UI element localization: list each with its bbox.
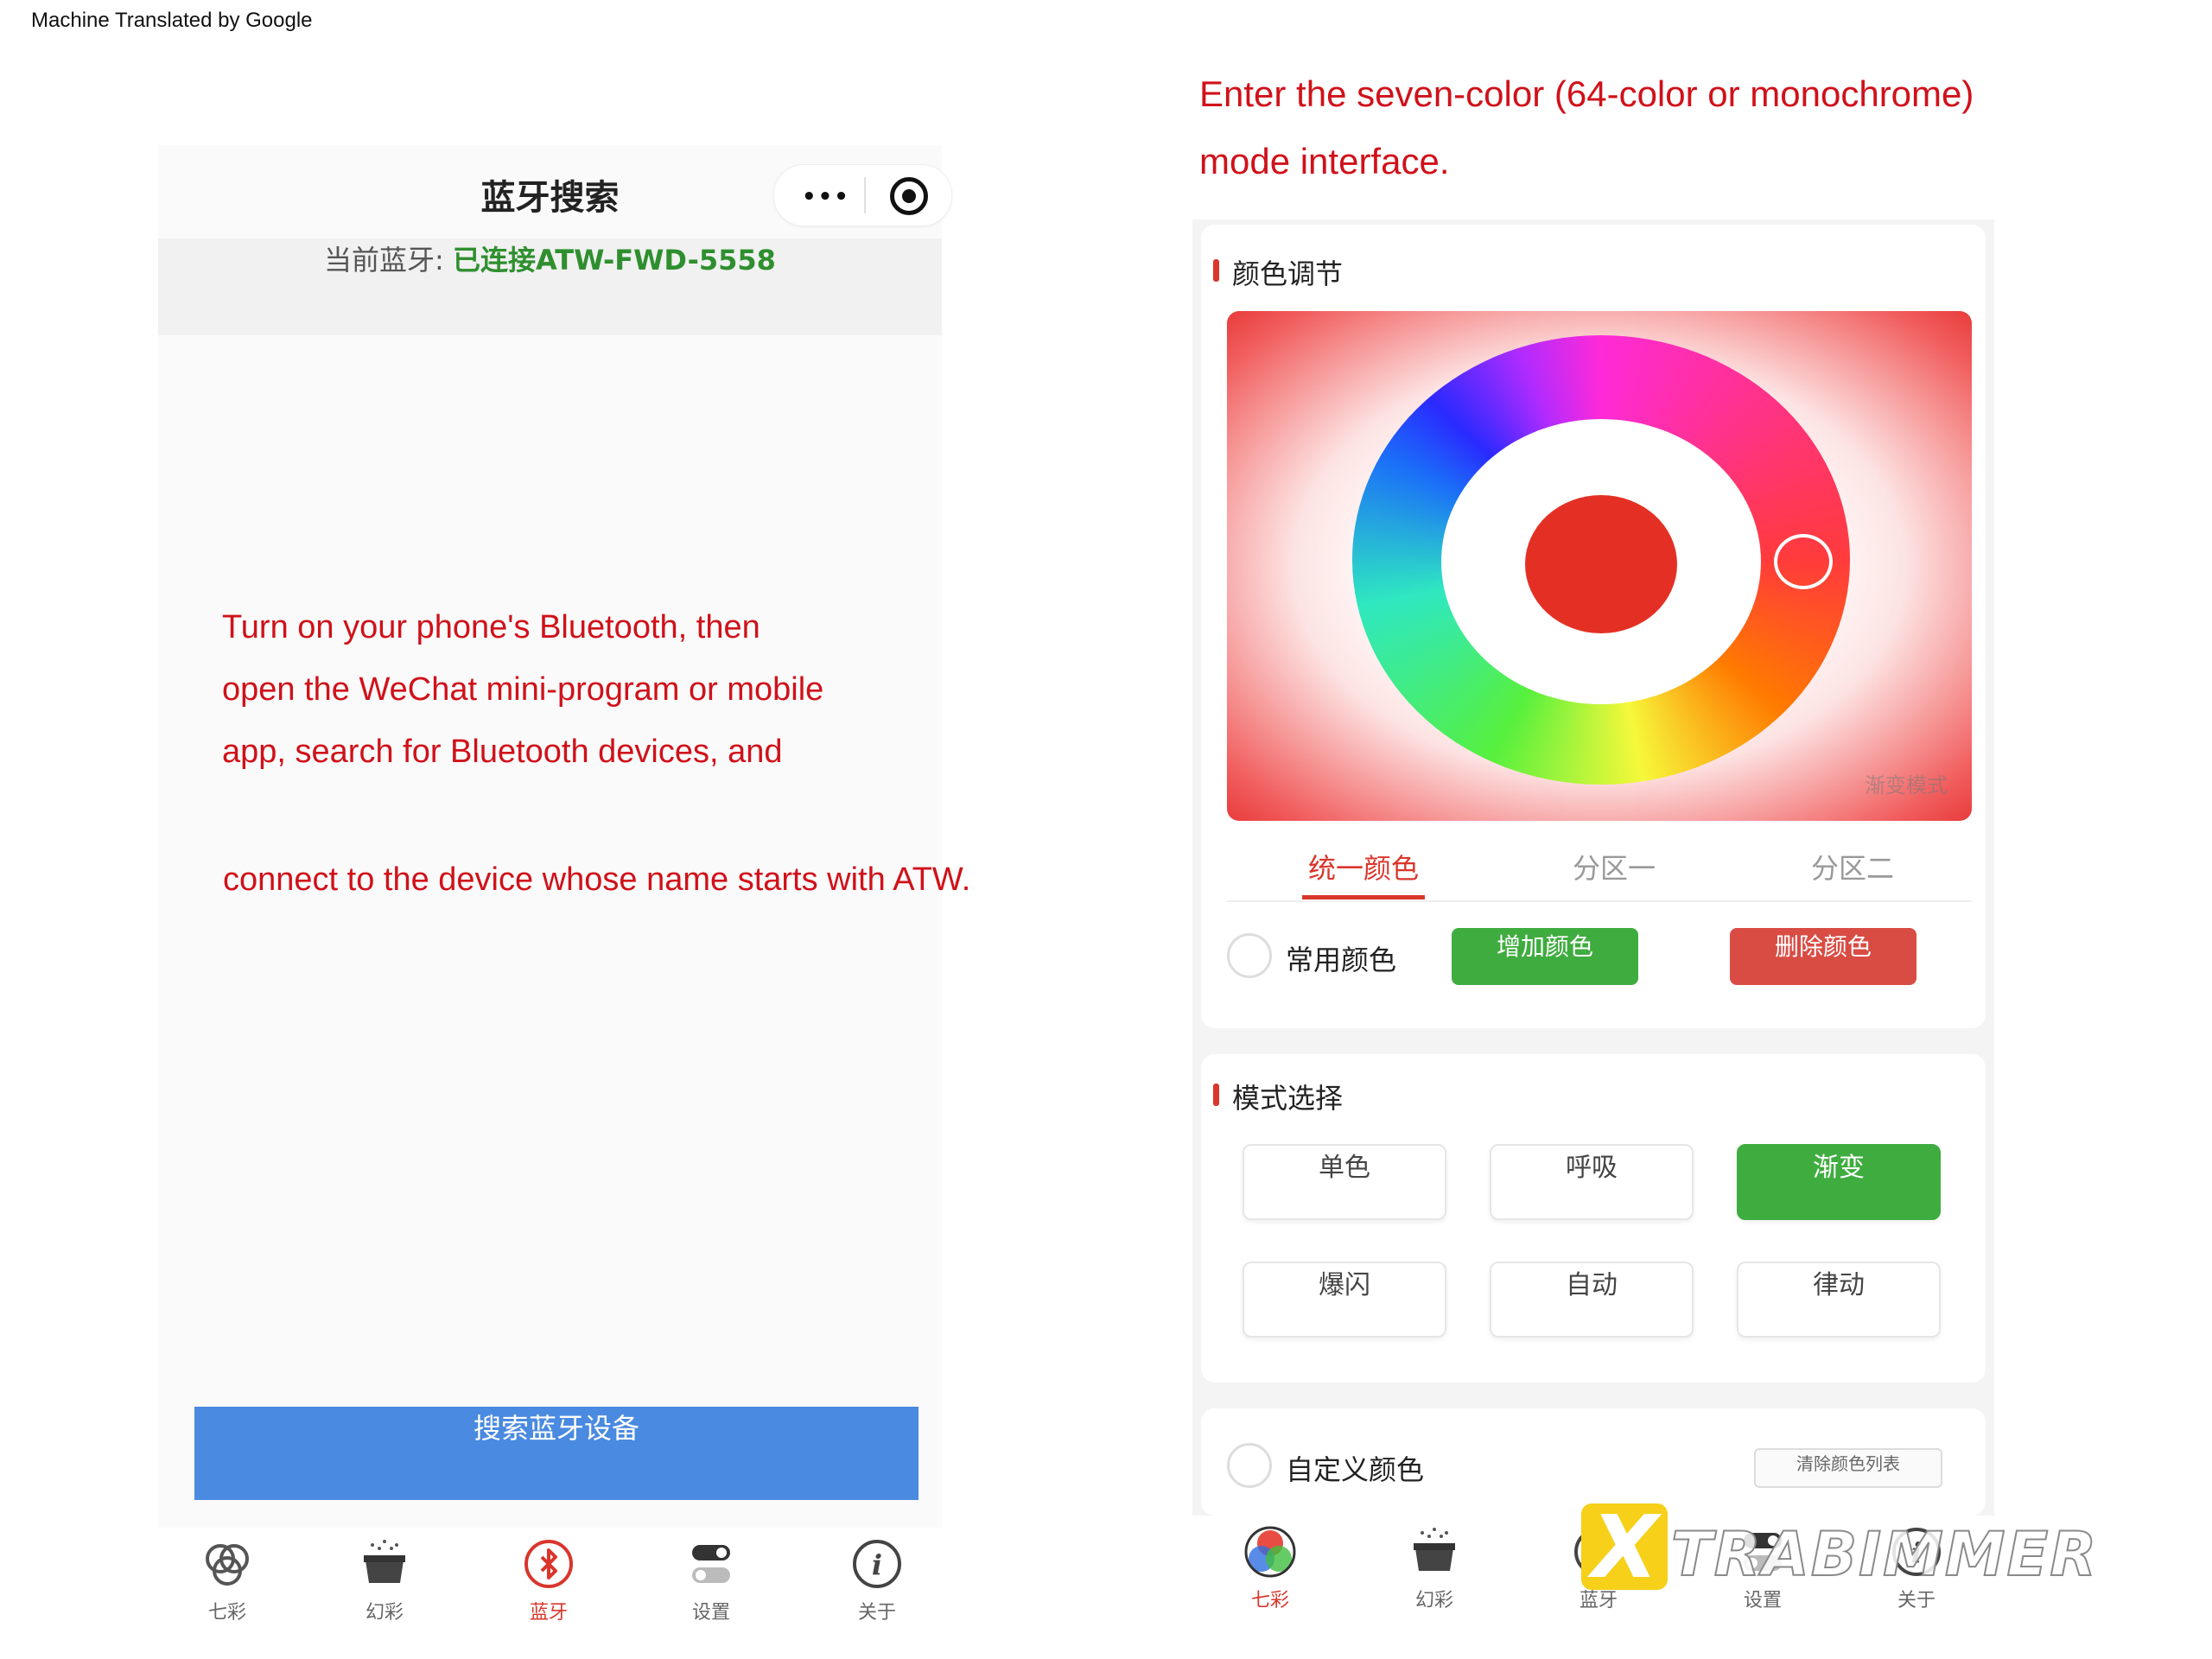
wheel-caption: 渐变模式 [1865, 773, 1948, 798]
close-target-icon[interactable] [890, 177, 928, 215]
add-color-button[interactable]: 增加颜色 [1452, 928, 1638, 985]
custom-color-radio[interactable] [1227, 1443, 1272, 1488]
search-bluetooth-button[interactable]: 搜索蓝牙设备 [194, 1407, 918, 1500]
tab-qicai[interactable]: 七彩 [1192, 1516, 1348, 1612]
tab-zone-one[interactable]: 分区一 [1510, 847, 1718, 887]
bluetooth-status-bar: 当前蓝牙: 已连接ATW-FWD-5558 [158, 238, 942, 335]
toggle-icon [685, 1538, 737, 1590]
tab-label: 关于 [857, 1602, 896, 1624]
mode-mono-button[interactable]: 单色 [1243, 1144, 1446, 1220]
color-wheel-panel: 渐变模式 [1227, 311, 1972, 821]
tab-unified-color[interactable]: 统一颜色 [1260, 847, 1467, 887]
wheel-handle[interactable] [1774, 534, 1833, 589]
tab-label: 蓝牙 [529, 1602, 568, 1624]
color-adjust-card: 颜色调节 渐变模式 统一颜色 分区一 分区二 常用颜色 增加颜色 删除颜色 [1201, 225, 1986, 1028]
tab-label: 七彩 [1250, 1590, 1289, 1611]
tab-zone-two[interactable]: 分区二 [1749, 847, 1956, 887]
mode-interface-note: Enter the seven-color (64-color or monoc… [1199, 60, 2107, 195]
svg-text:i: i [872, 1548, 882, 1581]
capsule-divider [864, 177, 866, 213]
mode-select-card: 模式选择 单色 呼吸 渐变 爆闪 自动 律动 [1201, 1054, 1986, 1382]
tab-huancai[interactable]: 幻彩 [307, 1528, 462, 1624]
magic-box-icon [359, 1538, 410, 1590]
watermark-text: TRABIMMER [1670, 1518, 2099, 1591]
tab-settings[interactable]: 设置 [633, 1528, 789, 1624]
bluetooth-icon [523, 1538, 575, 1590]
instruction-line: open the WeChat mini-program or mobile [222, 671, 824, 708]
tab-bluetooth[interactable]: 蓝牙 [471, 1528, 626, 1624]
more-icon[interactable]: ••• [802, 184, 850, 210]
common-color-radio[interactable] [1227, 933, 1272, 978]
note-line: mode interface. [1199, 141, 1450, 181]
note-line: Enter the seven-color (64-color or monoc… [1199, 73, 1974, 114]
xtrabimmer-watermark: X TRABIMMER [1581, 1497, 2134, 1607]
tab-huancai[interactable]: 幻彩 [1357, 1516, 1512, 1612]
tab-bar: 七彩 幻彩 蓝牙 设置 i 关于 [158, 1528, 942, 1649]
active-segment-indicator [1302, 895, 1425, 899]
status-label: 当前蓝牙: [324, 244, 444, 276]
segment-divider [1227, 900, 1972, 902]
instruction-line: Turn on your phone's Bluetooth, then [222, 609, 760, 645]
selected-color-preview [1525, 495, 1677, 633]
magic-box-icon [1408, 1526, 1460, 1578]
mode-breath-button[interactable]: 呼吸 [1490, 1144, 1694, 1220]
instruction-line: app, search for Bluetooth devices, and [222, 734, 783, 770]
section-title: 颜色调节 [1212, 252, 1343, 292]
info-icon: i [851, 1538, 903, 1590]
rings-icon [201, 1538, 253, 1590]
watermark-letter: X [1592, 1497, 1659, 1598]
custom-color-label: 自定义颜色 [1286, 1453, 1425, 1486]
status-value: 已连接ATW-FWD-5558 [453, 244, 776, 276]
tab-about[interactable]: i 关于 [799, 1528, 955, 1624]
delete-color-button[interactable]: 删除颜色 [1730, 928, 1916, 985]
tab-qicai[interactable]: 七彩 [149, 1528, 305, 1624]
section-title: 模式选择 [1212, 1077, 1343, 1116]
tab-label: 幻彩 [1414, 1590, 1453, 1611]
tab-label: 幻彩 [365, 1602, 404, 1624]
instruction-line: connect to the device whose name starts … [223, 861, 971, 898]
rgb-circles-icon [1244, 1526, 1296, 1578]
watermark-x-logo: X [1581, 1497, 1668, 1598]
translation-note: Machine Translated by Google [31, 9, 313, 32]
common-color-label: 常用颜色 [1286, 944, 1397, 976]
instruction-text: Turn on your phone's Bluetooth, then ope… [222, 596, 1052, 783]
tab-label: 设置 [691, 1602, 730, 1624]
seven-color-screen: 颜色调节 渐变模式 统一颜色 分区一 分区二 常用颜色 增加颜色 删除颜色 模式… [1192, 219, 1994, 1516]
mode-auto-button[interactable]: 自动 [1490, 1262, 1694, 1338]
mode-rhythm-button[interactable]: 律动 [1737, 1262, 1941, 1338]
clear-color-list-button[interactable]: 清除颜色列表 [1754, 1448, 1942, 1488]
miniprogram-capsule: ••• [773, 164, 952, 226]
mode-strobe-button[interactable]: 爆闪 [1243, 1262, 1446, 1338]
mode-gradient-button[interactable]: 渐变 [1737, 1144, 1941, 1220]
tab-label: 七彩 [207, 1602, 246, 1624]
